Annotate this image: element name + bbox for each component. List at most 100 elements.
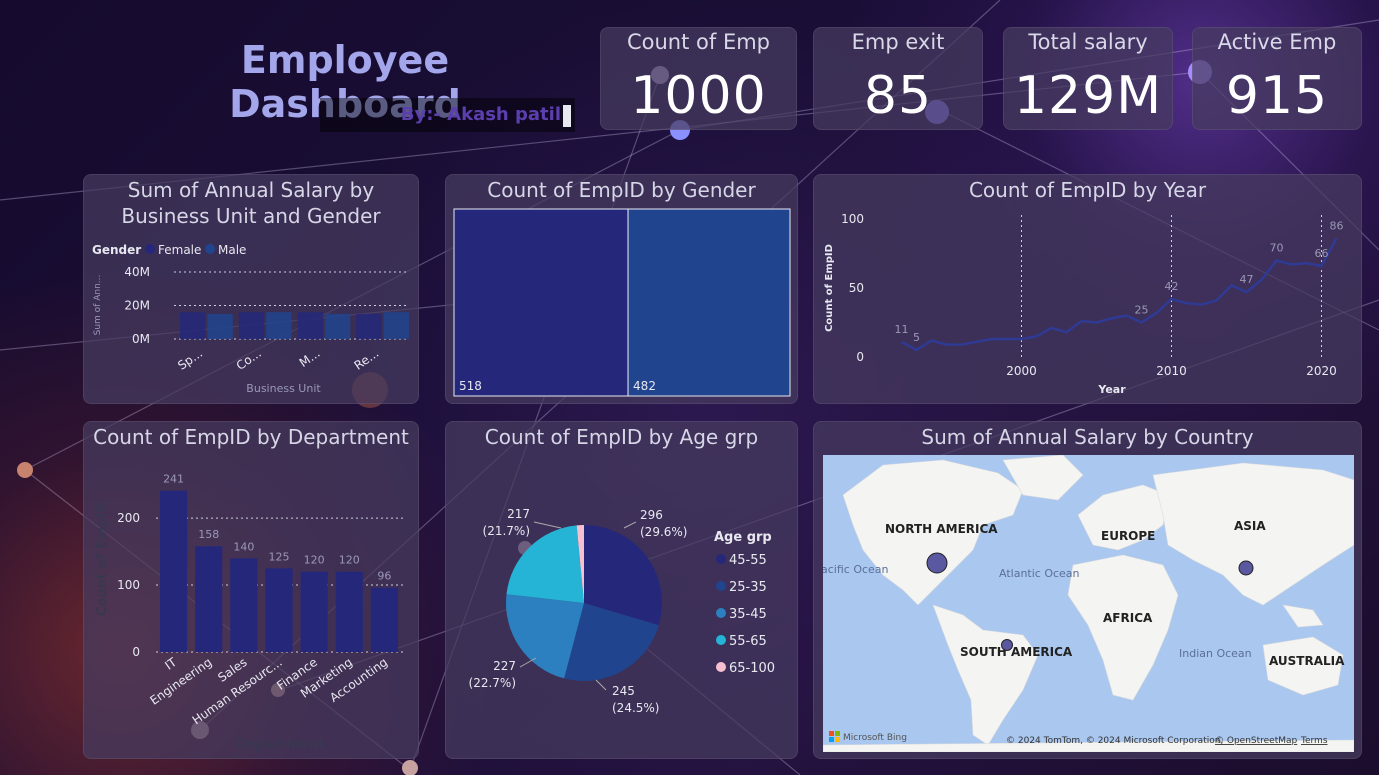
legend-title: Age grp: [714, 530, 772, 545]
x-tick-label: Engineering: [147, 655, 214, 708]
map-attribution: © 2024 TomTom, © 2024 Microsoft Corporat…: [1006, 736, 1223, 746]
treemap-value-label: 518: [459, 379, 482, 393]
salary-by-bu-gender-chart: Gender Female Male 0M 20M 40M Sp... Co... M... Re…: [92, 243, 409, 395]
kpi-card-active-emp[interactable]: Active Emp 915: [1192, 27, 1362, 130]
y-axis-label: Count of EmpID: [95, 502, 110, 616]
text-cursor: [563, 105, 571, 127]
year-line-chart: 0 50 100 2000 2010 2020 11 5 25 42 47 70 66 86 Year Cou…: [824, 212, 1344, 396]
x-tick-label: M...: [297, 346, 323, 370]
data-label: 11: [895, 323, 909, 336]
legend-marker: [716, 635, 726, 645]
leader-line: [623, 521, 637, 529]
kpi-label: Total salary: [1028, 30, 1148, 54]
x-axis-label: Department: [236, 737, 324, 752]
world-map[interactable]: NORTH AMERICA EUROPE ASIA AFRICA SOUTH A…: [823, 455, 1354, 752]
x-tick-label: 2020: [1306, 364, 1337, 378]
x-tick-label: 2000: [1006, 364, 1037, 378]
x-tick-label: IT: [162, 655, 179, 673]
x-axis-label: Year: [1097, 383, 1126, 396]
terms-link[interactable]: Terms: [1300, 736, 1328, 746]
treemap-cell-male: [627, 208, 791, 397]
legend-title: Gender: [92, 243, 141, 257]
bar-male: [383, 312, 409, 339]
dept-count-panel[interactable]: Count of EmpID by Department 0 100 200 241 I…: [83, 421, 419, 759]
slice-percent-label: (21.7%): [483, 524, 530, 538]
map-bubble-china[interactable]: [1238, 560, 1254, 576]
slice-percent-label: (24.5%): [612, 701, 659, 715]
map-label: NORTH AMERICA: [885, 522, 998, 536]
x-tick-label: Sp...: [175, 346, 205, 373]
leader-line: [533, 521, 562, 529]
legend-label: 55-65: [729, 634, 767, 649]
slice-value-label: 296: [640, 508, 663, 522]
data-label: 241: [163, 473, 184, 486]
legend-label: 65-100: [729, 661, 775, 676]
bar-female: [356, 313, 382, 339]
bar-male: [266, 312, 292, 339]
map-bubble-brazil[interactable]: [1001, 639, 1013, 651]
legend-label: Male: [218, 243, 246, 257]
kpi-card-emp-exit[interactable]: Emp exit 85: [813, 27, 983, 130]
bar-male: [207, 313, 233, 339]
data-label: 86: [1330, 219, 1344, 232]
chart-title: Sum of Annual Salary by Country: [921, 425, 1254, 449]
legend-label: 25-35: [729, 580, 767, 595]
leader-line: [595, 679, 607, 691]
y-tick-label: 200: [117, 511, 140, 525]
bar-female: [297, 312, 323, 339]
osm-link[interactable]: © OpenStreetMap: [1215, 736, 1298, 746]
data-label: 96: [377, 570, 391, 583]
data-label: 25: [1135, 304, 1149, 317]
x-axis-label: Business Unit: [246, 382, 321, 395]
gender-count-panel[interactable]: Count of EmpID by Gender 518 482: [445, 174, 798, 404]
data-label: 125: [269, 550, 290, 563]
kpi-card-count-emp[interactable]: Count of Emp 1000: [600, 27, 797, 130]
bar-female: [180, 312, 206, 339]
bar: [300, 571, 328, 652]
year-count-panel[interactable]: Count of EmpID by Year 0 50 100 2000 2010 202…: [813, 174, 1362, 404]
y-tick-label: 40M: [124, 265, 150, 279]
legend-label: 45-55: [729, 553, 767, 568]
y-tick-label: 100: [117, 578, 140, 592]
legend-marker: [716, 554, 726, 564]
y-tick-label: 0: [856, 350, 864, 364]
gender-treemap: 518 482: [453, 208, 791, 397]
legend-marker-female: [145, 244, 155, 254]
salary-by-bu-gender-panel[interactable]: Sum of Annual Salary by Business Unit an…: [83, 174, 419, 404]
data-label: 120: [304, 554, 325, 567]
age-grp-panel[interactable]: Count of EmpID by Age grp 296 (29.6%) 245(…: [445, 421, 798, 759]
y-tick-label: 0: [132, 645, 140, 659]
x-tick-label: 2010: [1156, 364, 1187, 378]
legend-marker-male: [205, 244, 215, 254]
y-tick-label: 100: [841, 212, 864, 226]
x-tick-label: Re...: [352, 346, 382, 373]
y-tick-label: 20M: [124, 299, 150, 313]
bar: [230, 558, 258, 652]
kpi-value: 915: [1225, 66, 1329, 126]
bar-female: [238, 312, 265, 339]
data-label: 47: [1240, 273, 1254, 286]
treemap-cell-female: [453, 208, 629, 397]
data-label: 70: [1270, 241, 1284, 254]
salary-map-panel[interactable]: Sum of Annual Salary by Country NORTH AM…: [813, 421, 1362, 759]
map-label: SOUTH AMERICA: [960, 645, 1073, 659]
age-pie-chart: 296 (29.6%) 245 (24.5%) 227 (22.7%) 217 (21.7%)…: [469, 507, 776, 715]
slice-value-label: 245: [612, 684, 635, 698]
author-byline: By:- Akash patil: [320, 98, 575, 132]
map-bubble-usa[interactable]: [926, 552, 948, 574]
kpi-value: 129M: [1013, 66, 1163, 126]
y-axis-label: Sum of Ann...: [93, 275, 103, 336]
title-block: Employee Dashboard By:- Akash patil: [140, 28, 575, 136]
slice-value-label: 217: [507, 507, 530, 521]
map-ocean-label: Atlantic Ocean: [999, 567, 1080, 580]
map-label: ASIA: [1234, 519, 1266, 533]
series-line: [900, 237, 1338, 352]
bing-logo: Microsoft Bing: [843, 733, 907, 743]
legend-marker: [716, 581, 726, 591]
kpi-label: Active Emp: [1217, 30, 1337, 54]
kpi-value: 85: [863, 66, 933, 126]
kpi-card-total-salary[interactable]: Total salary 129M: [1003, 27, 1173, 130]
bar: [195, 546, 223, 652]
legend-marker: [716, 662, 726, 672]
treemap-value-label: 482: [633, 379, 656, 393]
